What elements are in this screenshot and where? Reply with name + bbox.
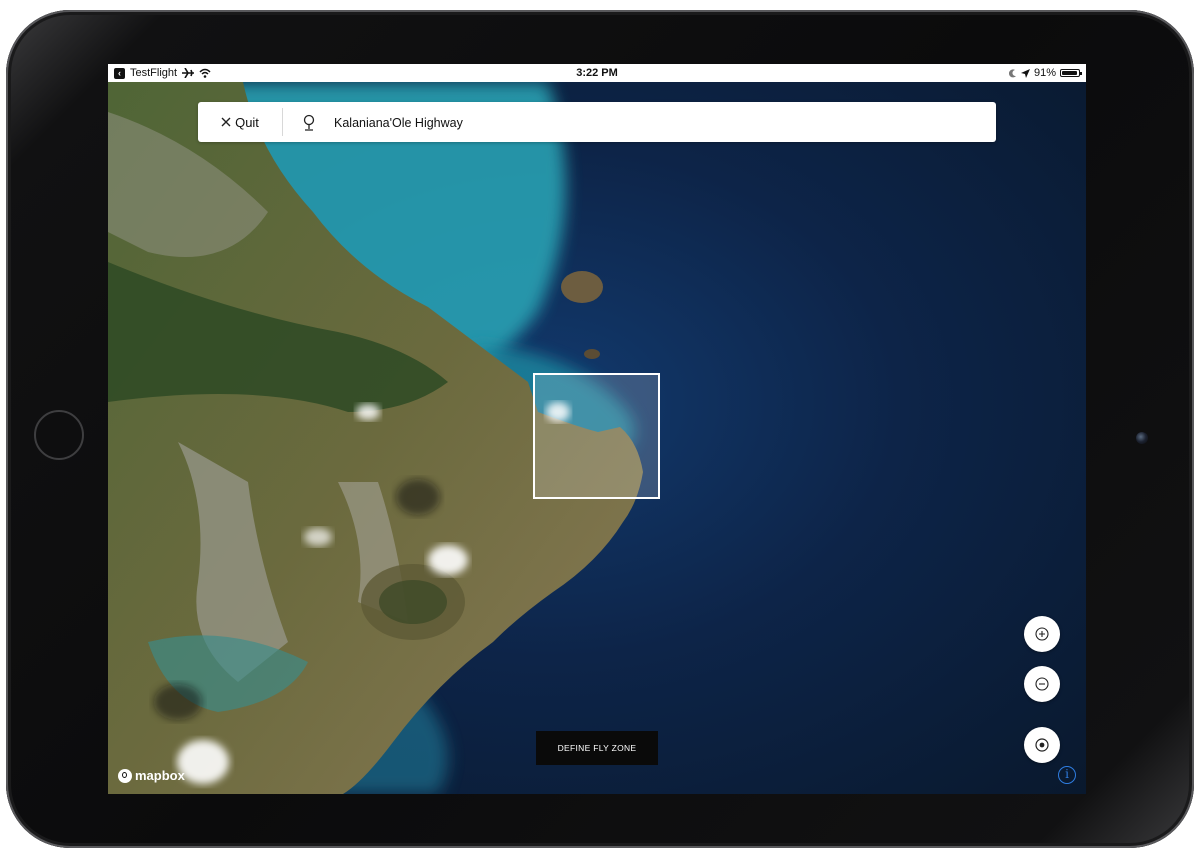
cloud-shadow [154,684,202,720]
locate-icon [1035,738,1049,752]
battery-fill [1062,71,1077,75]
locate-button[interactable] [1024,727,1060,763]
app-screen: ‹ TestFlight 3:22 PM 91% Quit Kalaniana'… [108,64,1086,794]
zoom-in-button[interactable] [1024,616,1060,652]
status-right: 91% [1008,64,1082,82]
quit-label: Quit [235,114,259,130]
status-bar: ‹ TestFlight 3:22 PM 91% [108,64,1086,82]
islet [561,271,603,303]
zoom-in-icon [1035,627,1049,641]
info-icon[interactable]: i [1058,766,1076,784]
zoom-out-icon [1035,677,1049,691]
mapbox-logo: mapbox [118,768,185,783]
cloud [428,545,468,575]
search-divider [282,108,283,136]
location-search-input[interactable] [332,102,976,144]
define-fly-zone-button[interactable]: DEFINE FLY ZONE [536,731,658,765]
location-pin-icon [303,114,315,131]
close-icon [221,117,231,127]
search-bar: Quit [198,102,996,144]
zoom-out-button[interactable] [1024,666,1060,702]
battery-percent: 91% [1033,67,1056,79]
cloud [356,404,380,420]
battery-icon [1060,69,1082,77]
quit-button[interactable]: Quit [198,102,282,142]
camera-icon [1136,432,1148,444]
cloud-shadow [396,479,440,515]
cloud [304,528,332,546]
mapbox-wordmark: mapbox [135,768,185,783]
status-time: 3:22 PM [576,67,618,79]
moon-icon [1008,68,1016,77]
mapbox-icon [118,768,132,783]
crater-rim [379,580,447,624]
location-arrow-icon [1020,68,1030,78]
fly-zone-selection[interactable] [533,373,660,499]
home-button[interactable] [34,410,84,460]
islet-small [584,349,600,359]
